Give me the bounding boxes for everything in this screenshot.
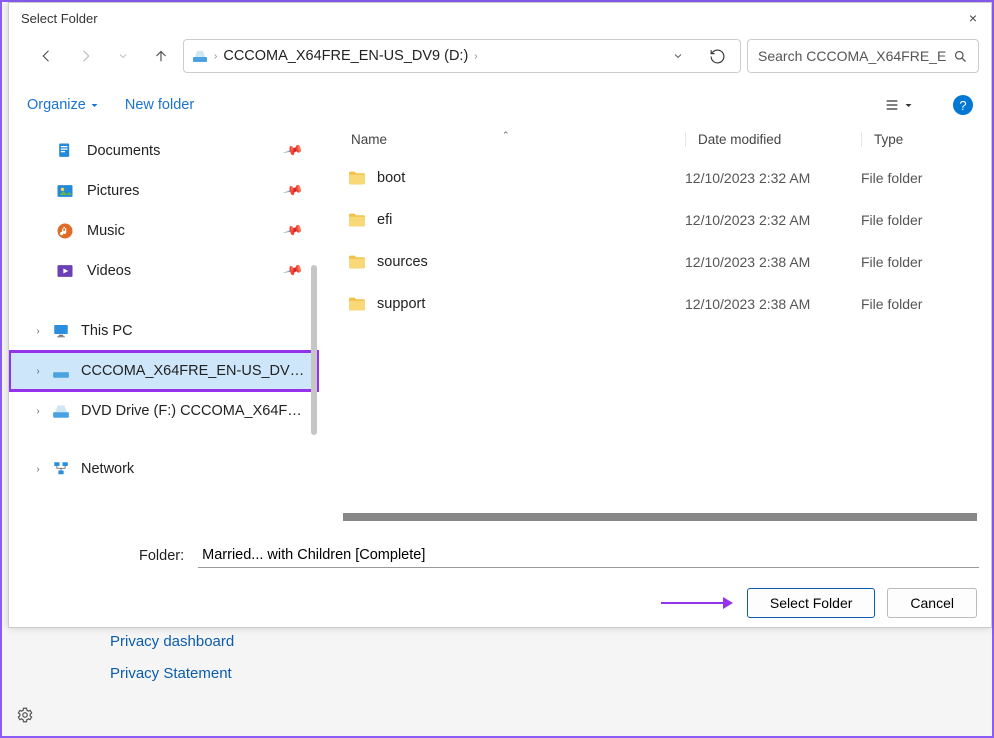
quick-access-item[interactable]: Music 📌	[9, 211, 319, 251]
pin-icon: 📌	[282, 260, 304, 282]
tree-item-label: This PC	[81, 323, 311, 339]
file-date: 12/10/2023 2:38 AM	[685, 296, 861, 312]
select-folder-button[interactable]: Select Folder	[747, 588, 875, 618]
column-name[interactable]: Name ⌃	[319, 132, 685, 147]
file-name: efi	[377, 212, 392, 228]
pictures-icon	[55, 181, 75, 201]
quick-access-label: Videos	[87, 263, 131, 279]
tree-item[interactable]: › CCCOMA_X64FRE_EN-US_DV9 (D:)	[9, 351, 319, 391]
quick-access-item[interactable]: Pictures 📌	[9, 171, 319, 211]
tree-item[interactable]: › Network	[9, 449, 319, 489]
quick-access-item[interactable]: Videos 📌	[9, 251, 319, 291]
chevron-down-icon[interactable]	[664, 50, 692, 62]
videos-icon	[55, 261, 75, 281]
column-headers: Name ⌃ Date modified Type	[319, 123, 991, 157]
disc-icon	[51, 402, 71, 420]
nav-row: › CCCOMA_X64FRE_EN-US_DV9 (D:) ›	[9, 33, 991, 87]
file-row[interactable]: sources 12/10/2023 2:38 AM File folder	[319, 241, 991, 283]
quick-access-label: Music	[87, 223, 125, 239]
pin-icon: 📌	[282, 180, 304, 202]
pin-icon: 📌	[282, 220, 304, 242]
address-bar[interactable]: › CCCOMA_X64FRE_EN-US_DV9 (D:) ›	[183, 39, 741, 73]
drive-icon	[192, 48, 208, 64]
organize-menu[interactable]: Organize	[27, 97, 99, 113]
tree-item-label: CCCOMA_X64FRE_EN-US_DV9 (D:)	[81, 363, 311, 379]
documents-icon	[55, 141, 75, 161]
breadcrumb-current[interactable]: CCCOMA_X64FRE_EN-US_DV9 (D:)	[223, 48, 468, 64]
expand-chevron-icon[interactable]: ›	[29, 406, 47, 417]
expand-chevron-icon[interactable]: ›	[29, 326, 47, 337]
music-icon	[55, 221, 75, 241]
file-date: 12/10/2023 2:38 AM	[685, 254, 861, 270]
breadcrumb-separator-icon: ›	[214, 51, 217, 62]
file-list: Name ⌃ Date modified Type boot 12/10/202…	[319, 123, 991, 523]
sort-indicator-icon: ⌃	[502, 130, 510, 141]
navigation-pane: Documents 📌 Pictures 📌 Music 📌 Videos 📌 …	[9, 123, 319, 523]
forward-button[interactable]	[69, 40, 101, 72]
quick-access-item[interactable]: Documents 📌	[9, 131, 319, 171]
folder-name-input[interactable]	[198, 543, 979, 568]
column-type[interactable]: Type	[861, 132, 991, 147]
file-date: 12/10/2023 2:32 AM	[685, 212, 861, 228]
up-button[interactable]	[145, 40, 177, 72]
privacy-dashboard-link[interactable]: Privacy dashboard	[110, 626, 234, 658]
disc-icon	[51, 362, 71, 380]
dialog-titlebar: Select Folder ×	[9, 3, 991, 33]
search-input[interactable]	[758, 48, 947, 64]
cancel-button[interactable]: Cancel	[887, 588, 977, 618]
file-type: File folder	[861, 212, 991, 228]
pin-icon: 📌	[282, 140, 304, 162]
expand-chevron-icon[interactable]: ›	[29, 366, 47, 377]
network-icon	[51, 460, 71, 478]
file-name: support	[377, 296, 425, 312]
tree-item-label: DVD Drive (F:) CCCOMA_X64FRE_E	[81, 403, 311, 419]
refresh-button[interactable]	[702, 41, 732, 71]
scrollbar-thumb[interactable]	[311, 265, 317, 435]
breadcrumb-separator-icon: ›	[474, 51, 477, 62]
file-row[interactable]: efi 12/10/2023 2:32 AM File folder	[319, 199, 991, 241]
background-privacy-links: Privacy dashboard Privacy Statement	[110, 626, 234, 690]
dialog-buttons: Select Folder Cancel	[9, 578, 991, 630]
column-date[interactable]: Date modified	[685, 132, 861, 147]
tree-item-label: Network	[81, 461, 311, 477]
annotation-arrow-icon	[661, 597, 733, 609]
search-icon	[953, 49, 968, 64]
horizontal-scrollbar[interactable]	[343, 513, 977, 521]
back-button[interactable]	[31, 40, 63, 72]
tree-item[interactable]: › This PC	[9, 311, 319, 351]
file-row[interactable]: support 12/10/2023 2:38 AM File folder	[319, 283, 991, 325]
view-options-button[interactable]	[880, 97, 917, 113]
folder-name-row: Folder:	[9, 523, 991, 578]
quick-access-label: Pictures	[87, 183, 139, 199]
pc-icon	[51, 322, 71, 340]
file-row[interactable]: boot 12/10/2023 2:32 AM File folder	[319, 157, 991, 199]
close-icon[interactable]: ×	[969, 10, 979, 26]
help-icon[interactable]: ?	[953, 95, 973, 115]
tree-item[interactable]: › DVD Drive (F:) CCCOMA_X64FRE_E	[9, 391, 319, 431]
quick-access-label: Documents	[87, 143, 160, 159]
recent-dropdown-icon[interactable]	[107, 40, 139, 72]
search-box[interactable]	[747, 39, 979, 73]
privacy-statement-link[interactable]: Privacy Statement	[110, 658, 234, 690]
settings-gear-icon[interactable]	[16, 706, 34, 724]
file-type: File folder	[861, 254, 991, 270]
file-name: sources	[377, 254, 428, 270]
expand-chevron-icon[interactable]: ›	[29, 464, 47, 475]
command-bar: Organize New folder ?	[9, 87, 991, 123]
dialog-title: Select Folder	[21, 11, 98, 26]
select-folder-dialog: Select Folder × › CCCOMA_X64FRE_EN-US_DV…	[8, 2, 992, 628]
file-type: File folder	[861, 170, 991, 186]
file-date: 12/10/2023 2:32 AM	[685, 170, 861, 186]
file-name: boot	[377, 170, 405, 186]
file-type: File folder	[861, 296, 991, 312]
new-folder-button[interactable]: New folder	[125, 97, 194, 113]
folder-label: Folder:	[139, 548, 184, 564]
